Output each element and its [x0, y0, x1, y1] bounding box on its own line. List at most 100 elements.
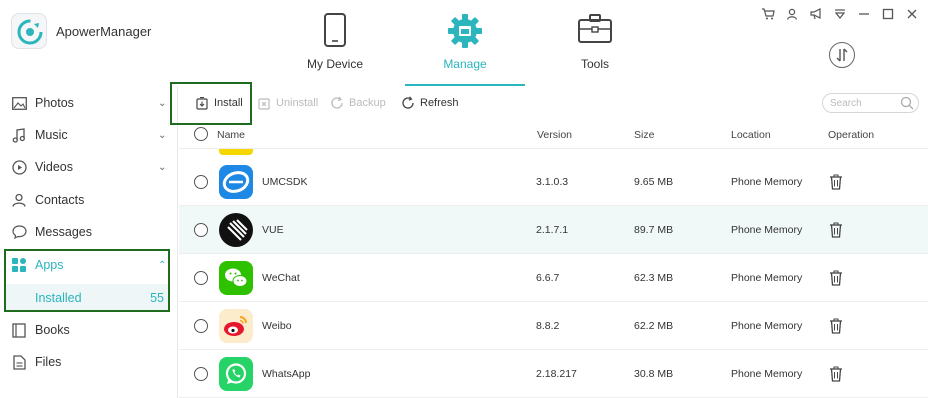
partial-app-icon — [219, 149, 253, 155]
sidebar-item-contacts[interactable]: Contacts — [0, 184, 176, 216]
whatsapp-app-icon — [219, 357, 253, 391]
cart-icon[interactable] — [756, 4, 780, 24]
refresh-button[interactable]: Refresh — [401, 96, 459, 110]
transfer-button[interactable] — [829, 42, 855, 68]
video-icon — [11, 159, 27, 175]
apowermanager-window: ApowerManager My Device Manage Tools Pho… — [0, 0, 928, 398]
trash-icon[interactable] — [829, 366, 843, 382]
contact-icon — [11, 192, 27, 208]
table-row[interactable]: Weibo 8.8.2 62.2 MB Phone Memory — [179, 302, 928, 350]
toolbox-icon — [535, 12, 655, 50]
maximize-icon[interactable] — [876, 4, 900, 24]
install-button[interactable]: Install — [195, 96, 243, 110]
tab-manage-label: Manage — [443, 57, 487, 71]
uninstall-button[interactable]: Uninstall — [257, 96, 318, 110]
search-box — [822, 93, 919, 113]
app-logo-icon — [11, 13, 47, 49]
row-select-radio[interactable] — [194, 319, 208, 333]
app-name: WhatsApp — [262, 368, 311, 380]
app-size: 62.3 MB — [634, 272, 674, 284]
select-all-radio[interactable] — [194, 127, 208, 141]
sidebar-item-files[interactable]: Files — [0, 346, 176, 378]
install-icon — [195, 96, 209, 110]
app-name: UMCSDK — [262, 176, 308, 188]
transfer-icon — [836, 48, 848, 62]
column-location[interactable]: Location — [731, 129, 771, 141]
backup-icon — [330, 96, 344, 110]
sidebar-item-label: Videos — [35, 160, 73, 174]
row-select-radio[interactable] — [194, 175, 208, 189]
app-location: Phone Memory — [731, 224, 803, 236]
tab-tools[interactable]: Tools — [535, 0, 655, 86]
refresh-label: Refresh — [420, 97, 459, 109]
minimize-icon[interactable] — [852, 4, 876, 24]
header: ApowerManager My Device Manage Tools — [0, 0, 928, 86]
sidebar-item-label: Contacts — [35, 193, 85, 207]
window-controls — [756, 4, 924, 24]
trash-icon[interactable] — [829, 318, 843, 334]
chevron-down-icon: ⌄ — [158, 161, 167, 173]
megaphone-icon[interactable] — [804, 4, 828, 24]
app-version: 2.18.217 — [536, 368, 577, 380]
sidebar-item-music[interactable]: Music ⌄ — [0, 119, 176, 151]
row-select-radio[interactable] — [194, 367, 208, 381]
tab-manage[interactable]: Manage — [405, 0, 525, 86]
uninstall-label: Uninstall — [276, 97, 319, 109]
row-select-radio[interactable] — [194, 271, 208, 285]
dropdown-icon[interactable] — [828, 4, 852, 24]
app-size: 62.2 MB — [634, 320, 674, 332]
backup-button[interactable]: Backup — [330, 96, 386, 110]
gear-icon — [405, 12, 525, 50]
search-input[interactable] — [830, 96, 896, 110]
app-location: Phone Memory — [731, 272, 803, 284]
sidebar-item-label: Music — [35, 128, 68, 142]
close-icon[interactable] — [900, 4, 924, 24]
app-version: 6.6.7 — [536, 272, 560, 284]
app-version: 3.1.0.3 — [536, 176, 569, 188]
sidebar-item-label: Files — [35, 355, 62, 369]
app-location: Phone Memory — [731, 176, 803, 188]
apps-highlight-box — [4, 249, 170, 312]
table-row[interactable]: VUE 2.1.7.1 89.7 MB Phone Memory — [179, 206, 928, 254]
sidebar-item-messages[interactable]: Messages — [0, 216, 176, 248]
row-select-radio[interactable] — [194, 223, 208, 237]
app-size: 89.7 MB — [634, 224, 674, 236]
app-name: ApowerManager — [56, 24, 152, 39]
tab-my-device-label: My Device — [306, 57, 363, 71]
app-location: Phone Memory — [731, 368, 803, 380]
message-icon — [11, 224, 27, 240]
column-name[interactable]: Name — [217, 129, 245, 141]
sidebar-item-videos[interactable]: Videos ⌄ — [0, 151, 176, 183]
photo-icon — [11, 95, 27, 111]
file-icon — [11, 354, 27, 370]
table-row[interactable]: WeChat 6.6.7 62.3 MB Phone Memory — [179, 254, 928, 302]
tab-my-device[interactable]: My Device — [275, 0, 395, 86]
column-size[interactable]: Size — [634, 129, 654, 141]
refresh-icon — [401, 96, 415, 110]
vue-app-icon — [219, 213, 253, 247]
app-version: 2.1.7.1 — [536, 224, 569, 236]
app-size: 9.65 MB — [634, 176, 674, 188]
search-icon[interactable] — [900, 96, 914, 110]
trash-icon[interactable] — [829, 174, 843, 190]
tab-tools-label: Tools — [580, 57, 609, 71]
sidebar-item-photos[interactable]: Photos ⌄ — [0, 87, 176, 119]
umcsdk-app-icon — [219, 165, 253, 199]
sidebar-item-label: Books — [35, 323, 70, 337]
chevron-down-icon: ⌄ — [158, 129, 167, 141]
sidebar-item-books[interactable]: Books — [0, 314, 176, 346]
trash-icon[interactable] — [829, 270, 843, 286]
sidebar-item-label: Photos — [35, 96, 74, 110]
trash-icon[interactable] — [829, 222, 843, 238]
app-location: Phone Memory — [731, 320, 803, 332]
column-version[interactable]: Version — [537, 129, 572, 141]
weibo-app-icon — [219, 309, 253, 343]
toolbar: Install Uninstall Backup Refresh — [178, 86, 928, 120]
table-row[interactable]: WhatsApp 2.18.217 30.8 MB Phone Memory — [179, 350, 928, 398]
app-size: 30.8 MB — [634, 368, 674, 380]
install-label: Install — [214, 97, 243, 109]
user-icon[interactable] — [780, 4, 804, 24]
table-row[interactable]: UMCSDK 3.1.0.3 9.65 MB Phone Memory — [179, 158, 928, 206]
app-name: WeChat — [262, 272, 300, 284]
app-name: VUE — [262, 224, 284, 236]
